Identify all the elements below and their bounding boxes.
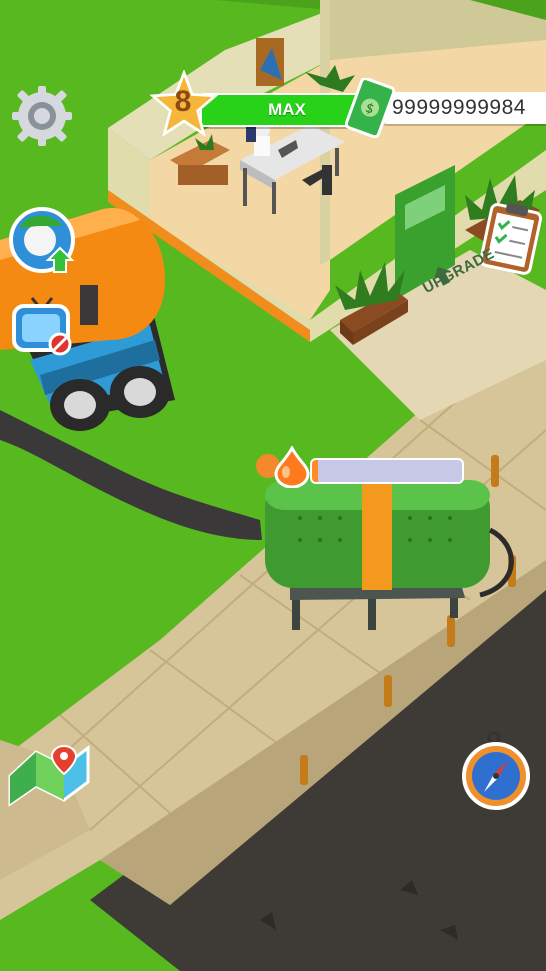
tank-fill-bar: [310, 458, 464, 484]
worker-upgrade-icon: [9, 207, 75, 273]
gear-icon: [12, 86, 72, 146]
tank-fill-level: [312, 460, 318, 482]
level-status-label: MAX: [268, 100, 306, 119]
map-icon: [8, 744, 90, 807]
compass-icon: [462, 731, 530, 810]
compass-button[interactable]: [460, 730, 536, 816]
tv-ad-icon: [12, 297, 72, 356]
level-number: 8: [174, 85, 192, 118]
worker-upgrade-button[interactable]: [8, 204, 80, 276]
cash-icon: $: [345, 78, 396, 138]
oil-drop-icon: [274, 446, 310, 488]
ad-tv-button[interactable]: [10, 292, 76, 358]
map-button[interactable]: [6, 738, 92, 810]
cash-amount: 99999999984: [392, 96, 526, 119]
settings-button[interactable]: [10, 84, 74, 148]
